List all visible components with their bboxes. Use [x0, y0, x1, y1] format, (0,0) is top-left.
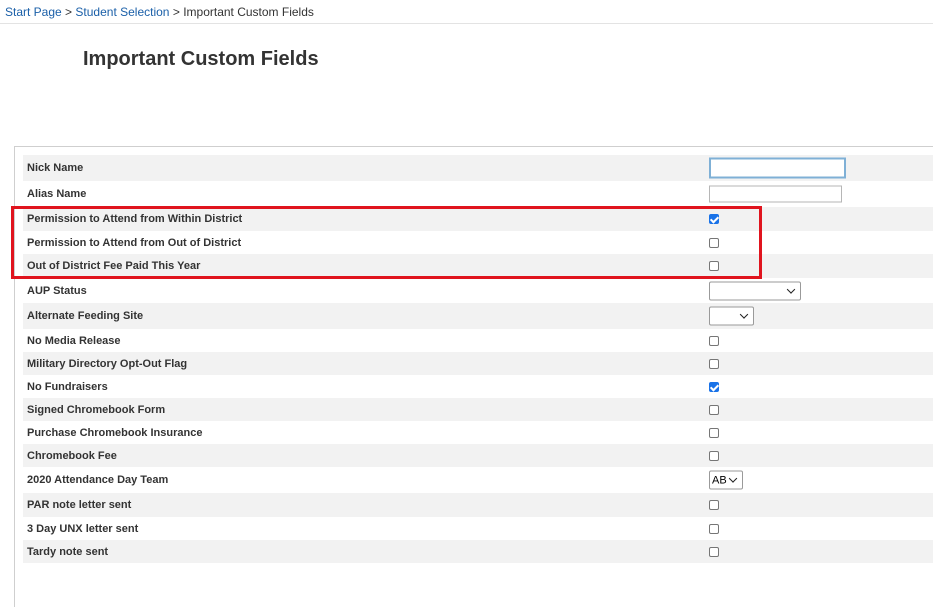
breadcrumb-student-selection[interactable]: Student Selection: [75, 5, 169, 19]
text-input[interactable]: [709, 185, 842, 203]
checkbox[interactable]: [709, 523, 719, 534]
chevron-down-icon: [728, 474, 738, 483]
field-row: No Media Release: [23, 329, 933, 352]
breadcrumb-current: Important Custom Fields: [183, 5, 314, 19]
field-row: Permission to Attend from Out of Distric…: [23, 231, 933, 254]
field-label: PAR note letter sent: [27, 499, 132, 511]
field-label: Permission to Attend from Within Distric…: [27, 213, 243, 225]
field-label: Out of District Fee Paid This Year: [27, 260, 201, 272]
breadcrumb-start-page[interactable]: Start Page: [5, 5, 62, 19]
field-label: Permission to Attend from Out of Distric…: [27, 236, 242, 249]
checkbox[interactable]: [709, 261, 719, 271]
chevron-down-icon: [739, 310, 749, 319]
field-label: No Fundraisers: [27, 380, 108, 393]
field-row: PAR note letter sent: [23, 493, 933, 517]
text-input[interactable]: [709, 157, 846, 179]
select-dropdown[interactable]: AB: [709, 470, 743, 490]
field-row: Tardy note sent: [23, 540, 933, 563]
select-value: AB: [712, 474, 727, 487]
field-row: Chromebook Fee: [23, 444, 933, 467]
header-divider: [0, 23, 933, 24]
field-row: 3 Day UNX letter sent: [23, 517, 933, 540]
field-row: Alternate Feeding Site: [23, 303, 933, 329]
field-label: Nick Name: [27, 162, 84, 174]
field-row: AUP Status: [23, 278, 933, 303]
checkbox[interactable]: [709, 500, 719, 510]
field-label: Purchase Chromebook Insurance: [27, 426, 203, 439]
field-label: Military Directory Opt-Out Flag: [27, 357, 188, 370]
breadcrumb-separator: >: [65, 5, 73, 19]
select-dropdown[interactable]: [709, 281, 801, 300]
field-label: 3 Day UNX letter sent: [27, 522, 139, 535]
field-label: 2020 Attendance Day Team: [27, 474, 169, 486]
checkbox[interactable]: [709, 335, 719, 346]
page-title: Important Custom Fields: [83, 48, 319, 70]
field-row: Purchase Chromebook Insurance: [23, 421, 933, 444]
field-label: Alternate Feeding Site: [27, 310, 144, 322]
field-row: Alias Name: [23, 181, 933, 207]
field-row: No Fundraisers: [23, 375, 933, 398]
field-row: Out of District Fee Paid This Year: [23, 254, 933, 278]
field-row: Military Directory Opt-Out Flag: [23, 352, 933, 375]
field-row: Signed Chromebook Form: [23, 398, 933, 421]
chevron-down-icon: [786, 284, 796, 294]
breadcrumb-separator: >: [172, 5, 180, 19]
select-dropdown[interactable]: [709, 306, 754, 326]
checkbox[interactable]: [709, 450, 719, 461]
field-row: Permission to Attend from Within Distric…: [23, 207, 933, 231]
checkbox[interactable]: [709, 214, 719, 224]
field-row: Nick Name: [23, 155, 933, 181]
custom-fields-list: Nick Name Alias Name Permission to Attend …: [23, 155, 933, 563]
checkbox[interactable]: [709, 358, 719, 369]
field-label: Signed Chromebook Form: [27, 403, 166, 416]
checkbox[interactable]: [709, 381, 719, 392]
field-label: Alias Name: [27, 188, 87, 200]
field-label: Chromebook Fee: [27, 449, 117, 462]
field-row: 2020 Attendance Day Team AB: [23, 467, 933, 493]
breadcrumb: Start Page > Student Selection > Importa…: [5, 5, 314, 19]
field-label: Tardy note sent: [27, 545, 109, 558]
checkbox[interactable]: [709, 237, 719, 248]
field-label: AUP Status: [27, 284, 87, 297]
field-label: No Media Release: [27, 334, 121, 347]
checkbox[interactable]: [709, 546, 719, 557]
checkbox[interactable]: [709, 427, 719, 438]
checkbox[interactable]: [709, 404, 719, 415]
